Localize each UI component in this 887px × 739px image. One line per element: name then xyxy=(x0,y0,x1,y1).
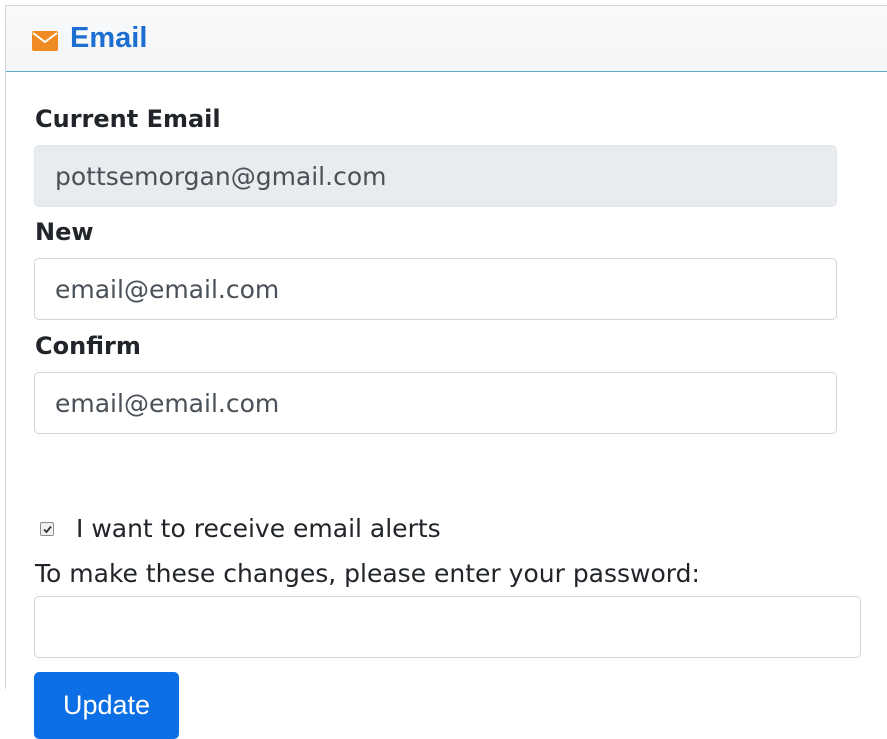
email-alerts-label[interactable]: I want to receive email alerts xyxy=(76,514,441,543)
password-prompt: To make these changes, please enter your… xyxy=(35,559,700,588)
current-email-label: Current Email xyxy=(35,105,221,133)
update-button[interactable]: Update xyxy=(34,672,179,739)
new-email-input[interactable] xyxy=(34,258,837,320)
panel-title: Email xyxy=(70,22,148,54)
email-alerts-row[interactable]: I want to receive email alerts xyxy=(40,514,441,543)
checkmark-icon xyxy=(43,525,52,533)
panel-header: Email xyxy=(6,6,887,72)
envelope-icon xyxy=(32,30,58,51)
email-alerts-checkbox[interactable] xyxy=(40,521,54,536)
email-settings-panel: Email Current Email New Confirm I want t… xyxy=(5,5,887,739)
current-email-field xyxy=(34,145,837,207)
password-input[interactable] xyxy=(34,596,861,658)
confirm-email-input[interactable] xyxy=(34,372,837,434)
new-email-label: New xyxy=(35,218,94,246)
confirm-email-label: Confirm xyxy=(35,332,141,360)
